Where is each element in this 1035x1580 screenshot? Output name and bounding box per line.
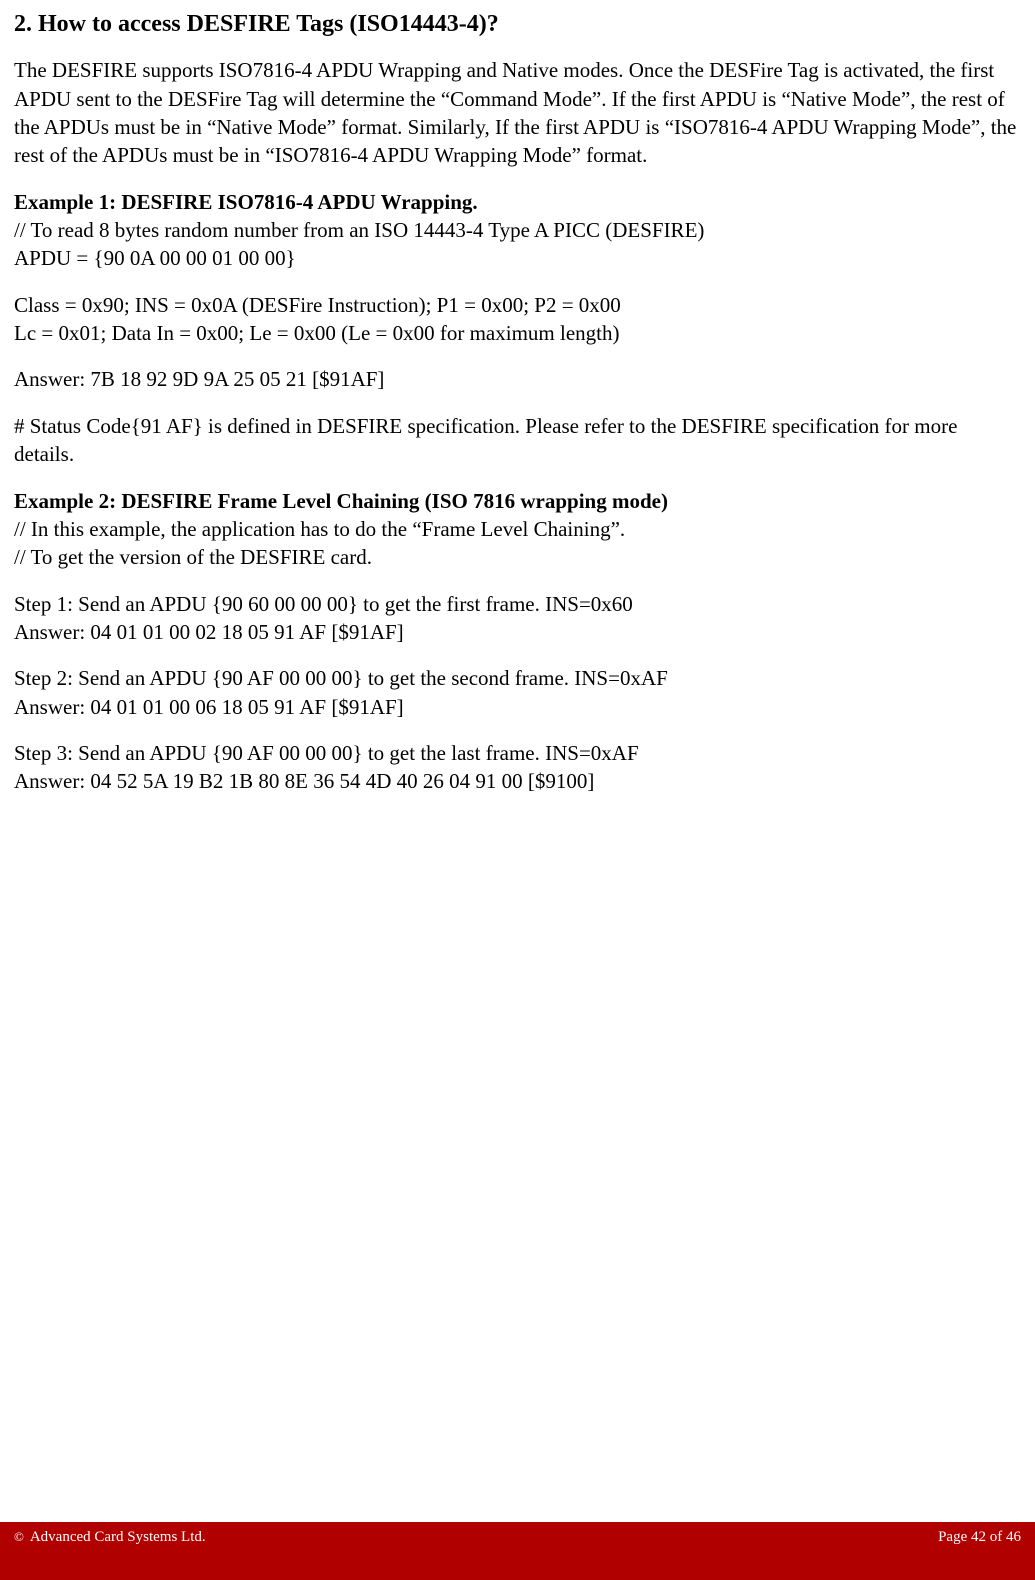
example-1-header: Example 1: DESFIRE ISO7816-4 APDU Wrappi… — [14, 188, 1021, 273]
example-2-comment2: // To get the version of the DESFIRE car… — [14, 543, 1021, 571]
example-2-step2: Step 2: Send an APDU {90 AF 00 00 00} to… — [14, 664, 1021, 721]
section-heading: 2. How to access DESFIRE Tags (ISO14443-… — [14, 8, 1021, 40]
example-1-params-line2: Lc = 0x01; Data In = 0x00; Le = 0x00 (Le… — [14, 319, 1021, 347]
example-1-params-line1: Class = 0x90; INS = 0x0A (DESFire Instru… — [14, 291, 1021, 319]
example-1-answer: Answer: 7B 18 92 9D 9A 25 05 21 [$91AF] — [14, 365, 1021, 393]
example-2-step3-cmd: Step 3: Send an APDU {90 AF 00 00 00} to… — [14, 739, 1021, 767]
example-2-comment1: // In this example, the application has … — [14, 515, 1021, 543]
example-2-title: Example 2: DESFIRE Frame Level Chaining … — [14, 487, 1021, 515]
example-2-step2-answer: Answer: 04 01 01 00 06 18 05 91 AF [$91A… — [14, 693, 1021, 721]
example-1-apdu: APDU = {90 0A 00 00 01 00 00} — [14, 244, 1021, 272]
footer-copyright: © Advanced Card Systems Ltd. — [14, 1527, 206, 1547]
intro-paragraph: The DESFIRE supports ISO7816-4 APDU Wrap… — [14, 56, 1021, 169]
example-1-answer-line: Answer: 7B 18 92 9D 9A 25 05 21 [$91AF] — [14, 365, 1021, 393]
example-1-title: Example 1: DESFIRE ISO7816-4 APDU Wrappi… — [14, 188, 1021, 216]
example-1-note-text: # Status Code{91 AF} is defined in DESFI… — [14, 414, 957, 466]
footer-bottom-bar — [0, 1552, 1035, 1580]
page-content: 2. How to access DESFIRE Tags (ISO14443-… — [0, 0, 1035, 796]
example-2-step1: Step 1: Send an APDU {90 60 00 00 00} to… — [14, 590, 1021, 647]
example-2-step3-answer: Answer: 04 52 5A 19 B2 1B 80 8E 36 54 4D… — [14, 767, 1021, 795]
example-2-header: Example 2: DESFIRE Frame Level Chaining … — [14, 487, 1021, 572]
example-1-note: # Status Code{91 AF} is defined in DESFI… — [14, 412, 1021, 469]
footer-copyright-text: Advanced Card Systems Ltd. — [30, 1529, 206, 1545]
example-1-params: Class = 0x90; INS = 0x0A (DESFire Instru… — [14, 291, 1021, 348]
example-2-step3: Step 3: Send an APDU {90 AF 00 00 00} to… — [14, 739, 1021, 796]
example-2-step2-cmd: Step 2: Send an APDU {90 AF 00 00 00} to… — [14, 664, 1021, 692]
example-2-step1-cmd: Step 1: Send an APDU {90 60 00 00 00} to… — [14, 590, 1021, 618]
copyright-icon: © — [14, 1529, 24, 1544]
example-2-step1-answer: Answer: 04 01 01 00 02 18 05 91 AF [$91A… — [14, 618, 1021, 646]
footer-page-number: Page 42 of 46 — [938, 1527, 1021, 1547]
page-footer: © Advanced Card Systems Ltd. Page 42 of … — [0, 1522, 1035, 1552]
example-1-comment: // To read 8 bytes random number from an… — [14, 216, 1021, 244]
